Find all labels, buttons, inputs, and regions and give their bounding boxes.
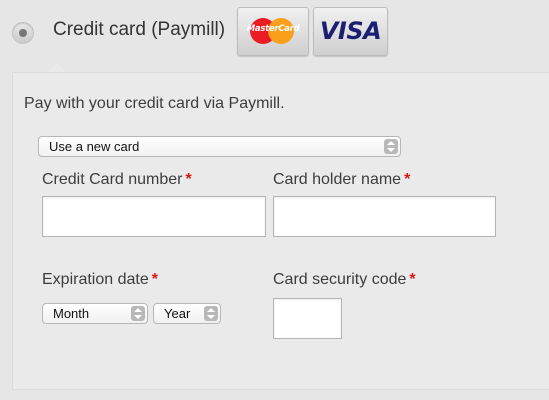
card-security-code-label-text: Card security code <box>273 271 407 288</box>
radio-selected-dot <box>19 29 27 37</box>
select-arrows-icon <box>131 306 145 321</box>
saved-card-select-value: Use a new card <box>49 139 140 154</box>
mastercard-logo: MasterCard <box>237 7 309 56</box>
select-arrows-icon <box>384 139 398 154</box>
required-asterisk: * <box>404 171 411 188</box>
visa-logo-text: VISA <box>319 17 382 45</box>
required-asterisk: * <box>185 171 192 188</box>
saved-card-select[interactable]: Use a new card <box>38 136 401 157</box>
card-security-code-label: Card security code * <box>273 271 416 289</box>
credit-card-number-label: Credit Card number * <box>42 171 192 189</box>
card-holder-name-label-text: Card holder name <box>273 171 402 188</box>
expiration-month-value: Month <box>53 306 90 321</box>
expiration-year-select[interactable]: Year <box>153 303 221 324</box>
card-holder-name-input[interactable] <box>273 196 496 237</box>
select-arrows-icon <box>204 306 218 321</box>
expiration-date-label-text: Expiration date <box>42 271 149 288</box>
required-asterisk: * <box>151 271 158 288</box>
payment-description: Pay with your credit card via Paymill. <box>24 95 285 112</box>
payment-method-row: Credit card (Paymill) MasterCard VISA <box>0 0 549 72</box>
card-security-code-input[interactable] <box>273 298 342 339</box>
credit-card-number-label-text: Credit Card number <box>42 171 183 188</box>
visa-logo: VISA <box>313 7 388 56</box>
expiration-date-label: Expiration date * <box>42 271 158 289</box>
mastercard-logo-text: MasterCard <box>246 24 300 34</box>
expiration-year-value: Year <box>164 306 191 321</box>
credit-card-number-input[interactable] <box>42 196 266 237</box>
payment-method-radio[interactable] <box>12 22 34 44</box>
required-asterisk: * <box>409 271 416 288</box>
payment-method-label[interactable]: Credit card (Paymill) <box>53 19 225 41</box>
expiration-month-select[interactable]: Month <box>42 303 148 324</box>
paymill-payment-section: Credit card (Paymill) MasterCard VISA Pa… <box>0 0 549 400</box>
card-holder-name-label: Card holder name * <box>273 171 410 189</box>
